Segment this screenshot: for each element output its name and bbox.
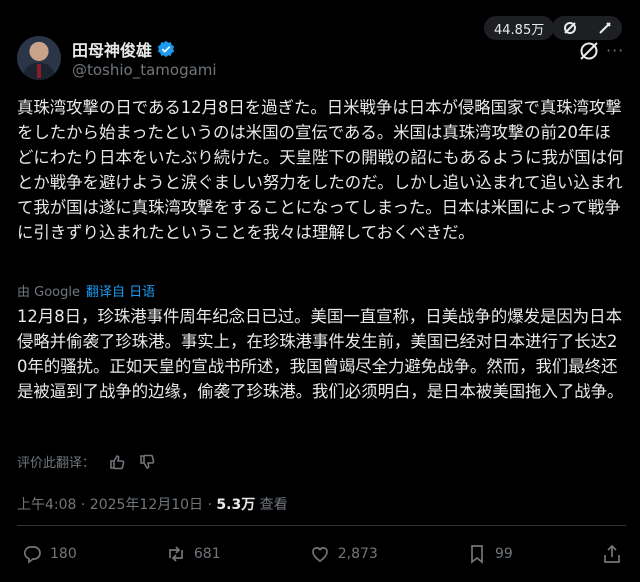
repost-icon <box>169 546 183 562</box>
post-meta: 上午4:08 · 2025年12月10日 · 5.3万 查看 <box>17 494 288 514</box>
bookmark-button[interactable]: 99 <box>467 544 513 564</box>
grok-icon[interactable] <box>578 40 600 62</box>
reply-count: 180 <box>50 546 77 562</box>
translation-header: 由 Google 翻译自 日语 <box>17 281 155 300</box>
repost-button[interactable]: 681 <box>166 544 221 564</box>
eye-off-icon[interactable] <box>563 21 577 35</box>
like-icon <box>311 547 328 562</box>
views-label: 查看 <box>255 497 288 513</box>
rate-translation: 评价此翻译： <box>17 452 155 471</box>
post-timestamp[interactable]: 上午4:08 · 2025年12月10日 · <box>17 497 216 513</box>
thumbs-down-icon[interactable] <box>139 454 155 470</box>
repost-count: 681 <box>193 546 221 562</box>
post-text: 真珠湾攻撃の日である12月8日を過ぎた。日米戦争は日本が侵略国家で真珠湾攻撃をし… <box>17 98 624 242</box>
avatar[interactable] <box>17 36 61 80</box>
share-icon <box>604 544 620 563</box>
reply-icon <box>23 546 41 564</box>
author-name[interactable]: 田母神俊雄 <box>72 37 175 61</box>
like-button[interactable]: 2,873 <box>310 544 378 564</box>
view-count: 44.85万 <box>494 22 545 38</box>
thumbs-up-icon[interactable] <box>109 454 125 470</box>
author-name-text[interactable]: 田母神俊雄 <box>72 37 152 61</box>
view-number: 5.3万 <box>216 497 256 513</box>
edit-icon[interactable] <box>598 21 612 35</box>
translated-by-label: 由 Google <box>17 285 80 300</box>
translated-text: 12月8日，珍珠港事件周年纪念日已过。美国一直宣称，日美战争的爆发是因为日本侵略… <box>17 307 624 401</box>
top-toolbar <box>552 16 622 40</box>
author-handle[interactable]: @toshio_tamogami <box>72 61 217 79</box>
share-button[interactable] <box>602 544 622 564</box>
reply-button[interactable]: 180 <box>22 544 77 564</box>
view-count-badge: 44.85万 <box>484 16 555 40</box>
verified-badge-icon <box>157 40 175 58</box>
translated-from-link[interactable]: 翻译自 日语 <box>86 281 155 300</box>
rate-label: 评价此翻译： <box>17 456 96 471</box>
more-icon[interactable]: ··· <box>606 41 624 60</box>
bookmark-count: 99 <box>494 546 513 562</box>
like-count: 2,873 <box>337 546 378 562</box>
action-bar: 180 681 2,873 99 <box>22 544 622 564</box>
divider <box>17 525 626 526</box>
bookmark-icon <box>471 545 483 564</box>
